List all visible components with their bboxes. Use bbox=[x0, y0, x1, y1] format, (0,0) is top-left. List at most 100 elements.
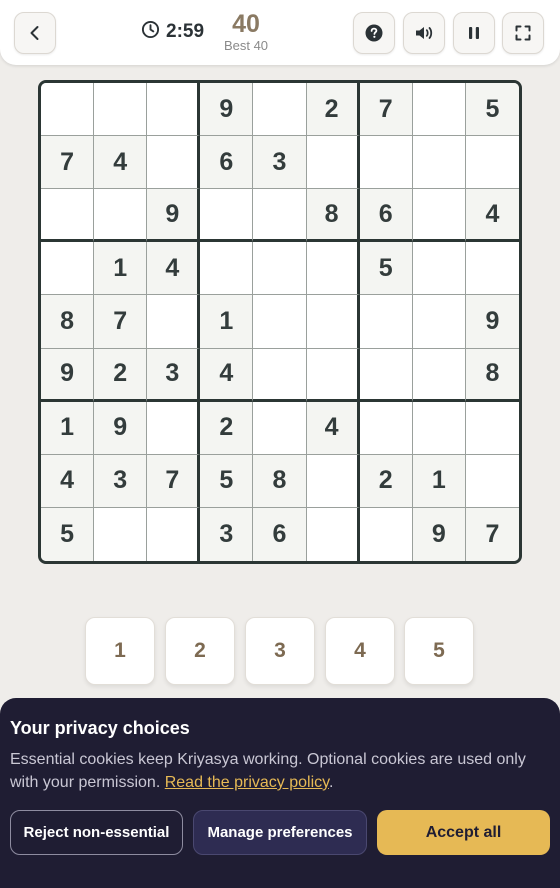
sudoku-cell[interactable] bbox=[41, 189, 95, 243]
sudoku-cell[interactable] bbox=[359, 348, 413, 402]
sudoku-cell[interactable]: 2 bbox=[200, 401, 254, 455]
sudoku-cell[interactable]: 8 bbox=[306, 189, 360, 243]
sudoku-cell[interactable] bbox=[147, 507, 201, 561]
sudoku-cell[interactable]: 8 bbox=[465, 348, 519, 402]
number-button-5[interactable]: 5 bbox=[404, 617, 474, 685]
sudoku-cell[interactable] bbox=[253, 348, 307, 402]
privacy-policy-link[interactable]: Read the privacy policy bbox=[165, 774, 329, 791]
sudoku-cell[interactable]: 1 bbox=[412, 454, 466, 508]
sudoku-cell[interactable]: 4 bbox=[147, 242, 201, 296]
sudoku-cell[interactable] bbox=[41, 83, 95, 137]
speaker-icon bbox=[413, 23, 435, 43]
sudoku-cell[interactable] bbox=[200, 242, 254, 296]
sudoku-cell[interactable] bbox=[465, 454, 519, 508]
sudoku-cell[interactable] bbox=[359, 136, 413, 190]
sudoku-cell[interactable] bbox=[253, 83, 307, 137]
pause-icon bbox=[465, 24, 483, 42]
sudoku-cell[interactable]: 4 bbox=[306, 401, 360, 455]
sudoku-cell[interactable]: 5 bbox=[465, 83, 519, 137]
fullscreen-button[interactable] bbox=[502, 12, 544, 54]
sudoku-cell[interactable]: 2 bbox=[94, 348, 148, 402]
sudoku-cell[interactable]: 2 bbox=[359, 454, 413, 508]
sudoku-cell[interactable]: 3 bbox=[94, 454, 148, 508]
sudoku-cell[interactable]: 1 bbox=[41, 401, 95, 455]
manage-preferences-button[interactable]: Manage preferences bbox=[193, 810, 367, 855]
sudoku-cell[interactable] bbox=[412, 348, 466, 402]
sudoku-cell[interactable]: 7 bbox=[465, 507, 519, 561]
sudoku-cell[interactable] bbox=[306, 507, 360, 561]
sudoku-cell[interactable] bbox=[147, 83, 201, 137]
sudoku-cell[interactable]: 9 bbox=[41, 348, 95, 402]
sudoku-cell[interactable]: 3 bbox=[147, 348, 201, 402]
sudoku-cell[interactable]: 6 bbox=[253, 507, 307, 561]
sudoku-cell[interactable] bbox=[253, 189, 307, 243]
sudoku-cell[interactable] bbox=[412, 83, 466, 137]
number-button-2[interactable]: 2 bbox=[165, 617, 235, 685]
number-button-3[interactable]: 3 bbox=[245, 617, 315, 685]
pause-button[interactable] bbox=[453, 12, 495, 54]
sudoku-cell[interactable]: 4 bbox=[465, 189, 519, 243]
sudoku-cell[interactable]: 9 bbox=[94, 401, 148, 455]
sudoku-cell[interactable] bbox=[200, 189, 254, 243]
sudoku-cell[interactable] bbox=[94, 83, 148, 137]
back-button[interactable] bbox=[14, 12, 56, 54]
sudoku-cell[interactable] bbox=[94, 189, 148, 243]
sudoku-cell[interactable] bbox=[306, 454, 360, 508]
sudoku-cell[interactable] bbox=[412, 189, 466, 243]
chevron-left-icon bbox=[25, 23, 45, 43]
sudoku-cell[interactable]: 8 bbox=[41, 295, 95, 349]
sudoku-cell[interactable] bbox=[465, 401, 519, 455]
sudoku-cell[interactable] bbox=[41, 242, 95, 296]
sudoku-cell[interactable] bbox=[412, 242, 466, 296]
sudoku-cell[interactable]: 5 bbox=[41, 507, 95, 561]
sudoku-cell[interactable] bbox=[253, 295, 307, 349]
sudoku-cell[interactable] bbox=[465, 136, 519, 190]
sudoku-cell[interactable]: 7 bbox=[41, 136, 95, 190]
sudoku-cell[interactable] bbox=[306, 348, 360, 402]
sudoku-cell[interactable] bbox=[465, 242, 519, 296]
sudoku-cell[interactable]: 3 bbox=[200, 507, 254, 561]
number-button-4[interactable]: 4 bbox=[325, 617, 395, 685]
sudoku-cell[interactable]: 6 bbox=[359, 189, 413, 243]
number-button-1[interactable]: 1 bbox=[85, 617, 155, 685]
sudoku-cell[interactable] bbox=[306, 295, 360, 349]
sudoku-cell[interactable]: 7 bbox=[94, 295, 148, 349]
sudoku-cell[interactable]: 2 bbox=[306, 83, 360, 137]
reject-non-essential-button[interactable]: Reject non-essential bbox=[10, 810, 183, 855]
sudoku-cell[interactable]: 4 bbox=[200, 348, 254, 402]
sudoku-cell[interactable]: 9 bbox=[200, 83, 254, 137]
sudoku-cell[interactable] bbox=[94, 507, 148, 561]
sudoku-cell[interactable] bbox=[147, 295, 201, 349]
sudoku-cell[interactable] bbox=[359, 401, 413, 455]
sudoku-cell[interactable]: 7 bbox=[359, 83, 413, 137]
sudoku-cell[interactable]: 8 bbox=[253, 454, 307, 508]
sudoku-cell[interactable]: 6 bbox=[200, 136, 254, 190]
sudoku-cell[interactable]: 4 bbox=[94, 136, 148, 190]
timer-value: 2:59 bbox=[166, 21, 205, 42]
sudoku-cell[interactable] bbox=[306, 136, 360, 190]
sudoku-cell[interactable] bbox=[412, 136, 466, 190]
sudoku-cell[interactable] bbox=[412, 401, 466, 455]
sudoku-board: 9275746398641458719923481924437582153697 bbox=[38, 80, 522, 564]
sudoku-cell[interactable] bbox=[253, 401, 307, 455]
sound-button[interactable] bbox=[403, 12, 445, 54]
sudoku-cell[interactable] bbox=[147, 136, 201, 190]
sudoku-cell[interactable]: 3 bbox=[253, 136, 307, 190]
sudoku-cell[interactable] bbox=[412, 295, 466, 349]
sudoku-cell[interactable]: 7 bbox=[147, 454, 201, 508]
sudoku-cell[interactable]: 4 bbox=[41, 454, 95, 508]
sudoku-cell[interactable] bbox=[253, 242, 307, 296]
accept-all-button[interactable]: Accept all bbox=[377, 810, 550, 855]
sudoku-cell[interactable]: 9 bbox=[147, 189, 201, 243]
sudoku-cell[interactable]: 5 bbox=[200, 454, 254, 508]
sudoku-cell[interactable] bbox=[359, 507, 413, 561]
sudoku-cell[interactable]: 9 bbox=[412, 507, 466, 561]
sudoku-cell[interactable] bbox=[147, 401, 201, 455]
sudoku-cell[interactable] bbox=[306, 242, 360, 296]
sudoku-cell[interactable]: 1 bbox=[94, 242, 148, 296]
help-button[interactable] bbox=[353, 12, 395, 54]
sudoku-cell[interactable]: 1 bbox=[200, 295, 254, 349]
sudoku-cell[interactable] bbox=[359, 295, 413, 349]
sudoku-cell[interactable]: 5 bbox=[359, 242, 413, 296]
sudoku-cell[interactable]: 9 bbox=[465, 295, 519, 349]
